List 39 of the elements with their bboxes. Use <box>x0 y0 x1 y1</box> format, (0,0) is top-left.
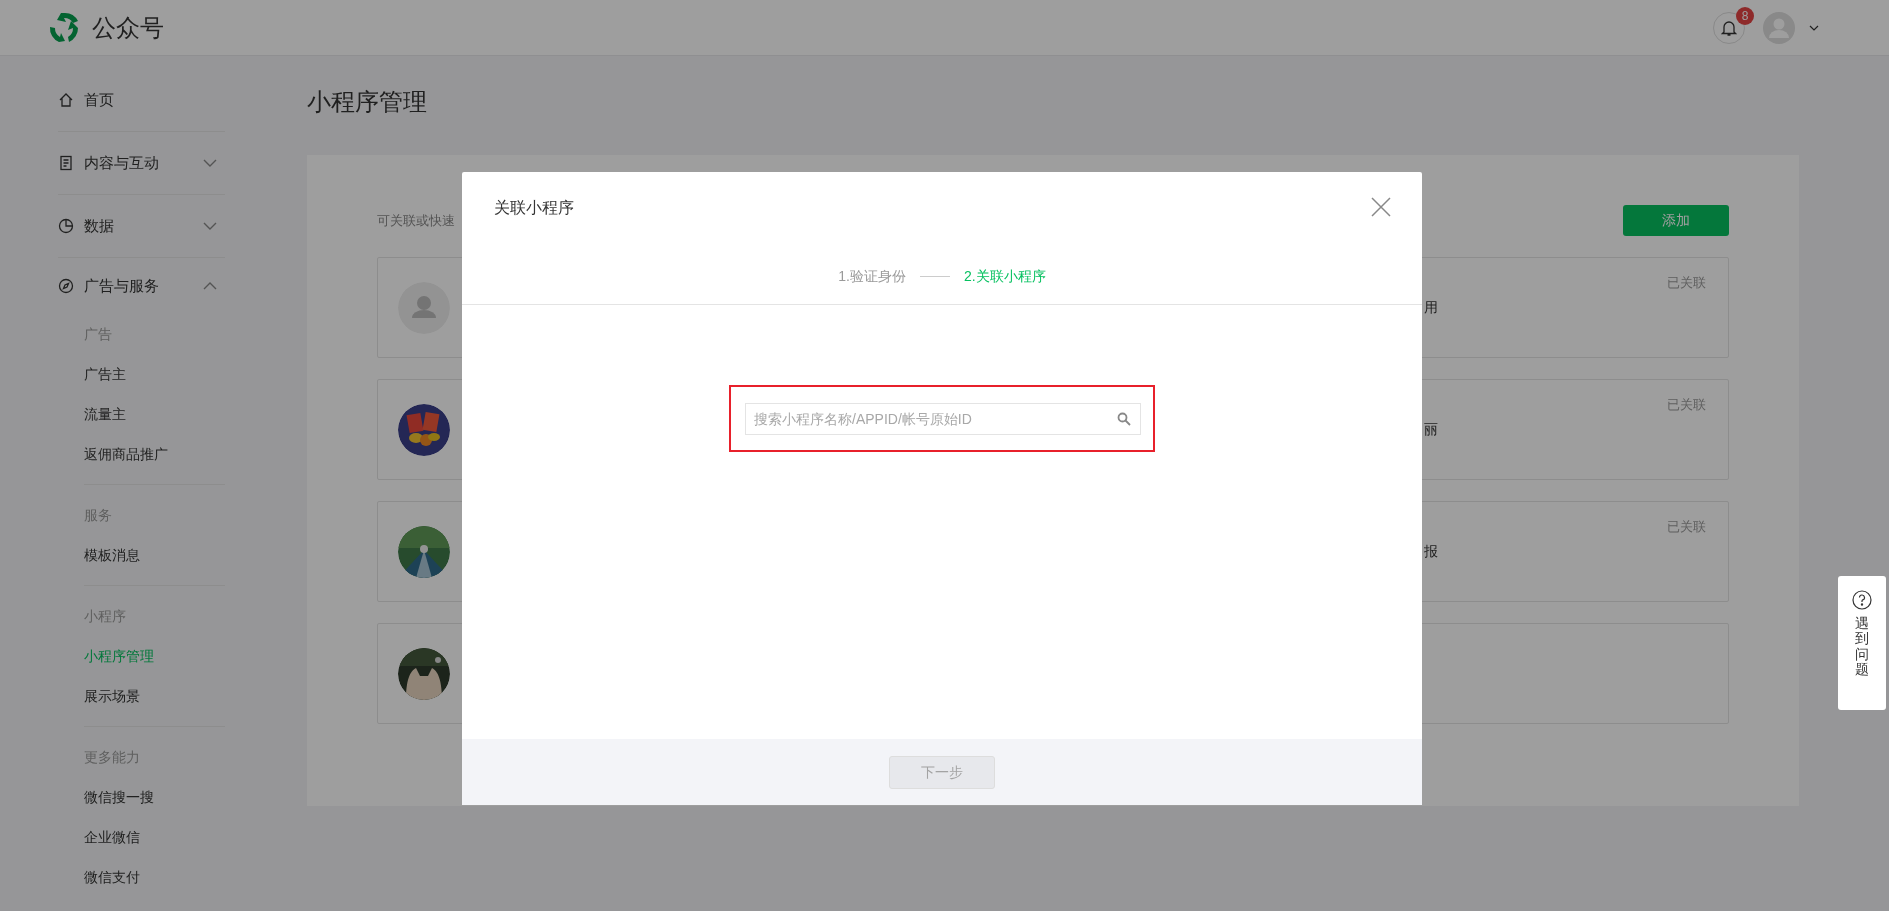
sidebar-item[interactable]: 流量主 <box>84 394 225 434</box>
status-label: 已关联 <box>1667 274 1706 292</box>
search-icon[interactable] <box>1117 411 1131 426</box>
sidebar-item[interactable]: 广告主 <box>84 354 225 394</box>
sidebar-section[interactable]: 内容与互动 <box>58 132 225 195</box>
status-label: 已关联 <box>1667 396 1706 414</box>
step-label: 2.关联小程序 <box>964 267 1046 286</box>
step-label: 1.验证身份 <box>838 267 906 286</box>
sidebar-item[interactable]: 返佣商品推广 <box>84 434 225 474</box>
card-text: 报 <box>1424 542 1438 561</box>
intro-text: 可关联或快速 <box>377 211 455 230</box>
help-button[interactable]: 遇到问题 <box>1838 576 1886 710</box>
bell-icon <box>1721 18 1737 37</box>
sidebar-item[interactable]: 微信支付 <box>84 857 225 897</box>
sidebar-item[interactable]: 企业微信 <box>84 817 225 857</box>
dialog-title: 关联小程序 <box>494 198 574 218</box>
status-label: 已关联 <box>1667 518 1706 536</box>
sidebar-heading: 服务 <box>84 506 113 525</box>
compass-icon <box>58 278 74 294</box>
sidebar-heading: 更多能力 <box>84 748 141 767</box>
sidebar-section[interactable]: 广告与服务 <box>58 258 225 314</box>
sidebar-item[interactable]: 展示场景 <box>84 676 225 716</box>
sidebar-section[interactable]: 数据 <box>58 195 225 258</box>
avatar-icon <box>398 281 450 334</box>
home-icon <box>58 92 74 108</box>
card-text: 丽 <box>1424 420 1438 439</box>
notification-count: 8 <box>1736 6 1754 25</box>
sidebar-item[interactable]: 微信搜一搜 <box>84 777 225 817</box>
close-button[interactable] <box>1370 196 1392 218</box>
caret-icon[interactable] <box>1809 24 1819 31</box>
document-icon <box>58 155 74 171</box>
card-text: 用 <box>1424 298 1438 317</box>
pie-chart-icon <box>58 218 74 234</box>
sidebar-item[interactable]: 模板消息 <box>84 535 225 575</box>
page-title: 小程序管理 <box>307 87 428 117</box>
search-field[interactable]: 搜索小程序名称/APPID/帐号原始ID <box>745 402 1141 435</box>
help-icon <box>1852 590 1872 610</box>
brand-name: 公众号 <box>92 12 164 43</box>
sidebar-section[interactable]: 首页 <box>58 69 225 132</box>
